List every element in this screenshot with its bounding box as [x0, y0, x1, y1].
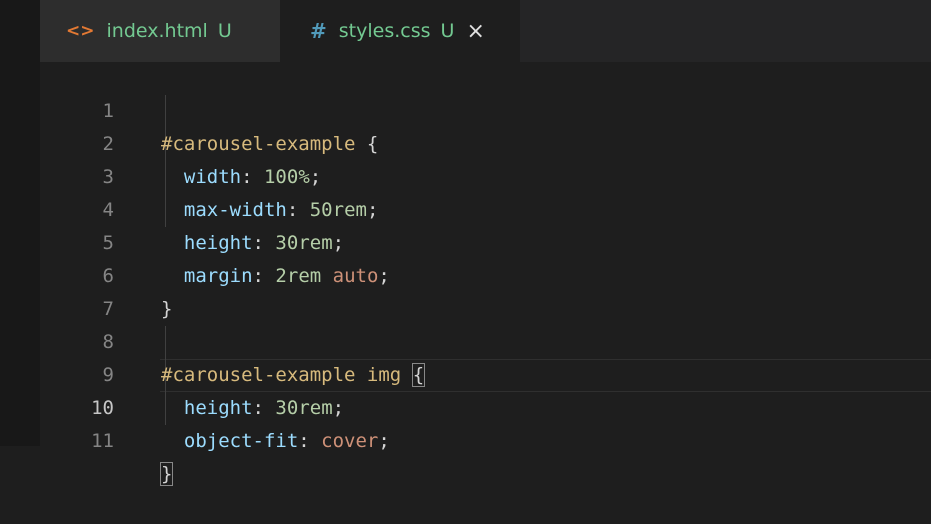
- code-line: 3 max-width: 50rem;: [40, 128, 931, 221]
- tab-label: index.html: [106, 20, 208, 42]
- keyword-value: cover: [321, 430, 379, 452]
- editor-left-strip: [0, 0, 40, 446]
- matched-brace: }: [159, 462, 174, 486]
- code-line-current: 10 object-fit: cover;: [40, 359, 931, 452]
- code-area[interactable]: 1 #carousel-example { 2 width: 100%; 3 m…: [40, 62, 931, 486]
- code-line: 9 height: 30rem;: [40, 326, 931, 419]
- semicolon: ;: [378, 430, 390, 452]
- code-line: 2 width: 100%;: [40, 95, 931, 188]
- code-line: 6 }: [40, 227, 931, 320]
- tab-label: styles.css: [338, 20, 431, 42]
- untracked-badge: U: [217, 20, 232, 42]
- close-icon[interactable]: ×: [466, 19, 484, 44]
- tab-index-html[interactable]: <> index.html U: [40, 0, 280, 62]
- css-file-icon: #: [310, 19, 327, 43]
- line-number: 11: [91, 430, 114, 452]
- html-file-icon: <>: [66, 21, 95, 41]
- code-line: 1 #carousel-example {: [40, 62, 931, 155]
- code-line: 11 }: [40, 392, 931, 486]
- code-editor: <> index.html U # styles.css U × 1 #caro…: [0, 0, 931, 486]
- code-line: 8 #carousel-example img {: [40, 293, 931, 387]
- colon: :: [298, 430, 322, 452]
- code-line: 4 height: 30rem;: [40, 161, 931, 254]
- property: object-fit: [183, 430, 299, 452]
- tab-styles-css[interactable]: # styles.css U ×: [280, 0, 520, 62]
- code-line: 7: [40, 260, 931, 320]
- code-line: 5 margin: 2rem auto;: [40, 194, 931, 287]
- untracked-badge: U: [440, 20, 455, 42]
